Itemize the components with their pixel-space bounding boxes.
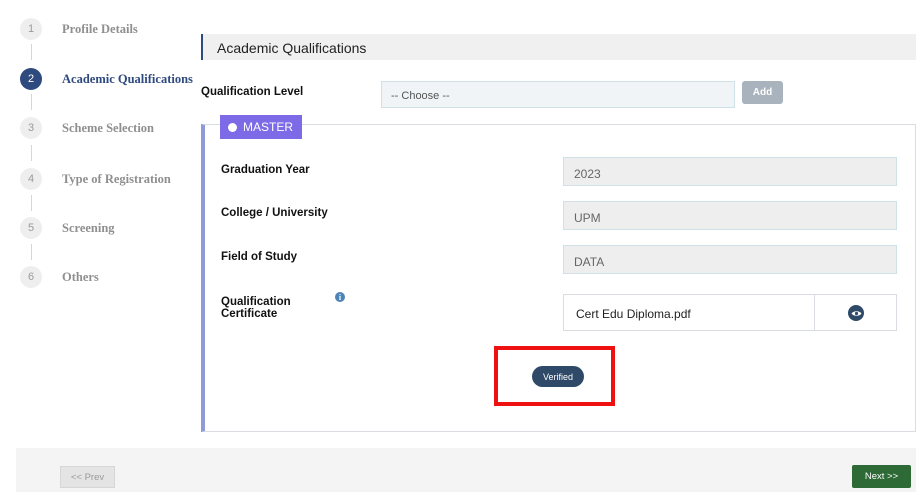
step-label: Others (62, 269, 99, 284)
graduation-year-field: 2023 (563, 157, 897, 186)
certificate-label-line1: Qualification (221, 296, 291, 308)
verified-button[interactable]: Verified (532, 366, 584, 387)
dot-icon (228, 122, 237, 132)
graduation-year-label: Graduation Year (221, 164, 310, 176)
step-screening[interactable]: 5 Screening (20, 213, 115, 243)
field-of-study-field: DATA (563, 245, 897, 274)
prev-button[interactable]: << Prev (60, 466, 115, 488)
add-qualification-button[interactable]: Add (742, 81, 783, 104)
qualification-level-label: Qualification Level (201, 86, 304, 98)
view-certificate-button[interactable] (848, 305, 864, 321)
step-others[interactable]: 6 Others (20, 262, 99, 292)
master-tab[interactable]: MASTER (220, 115, 302, 139)
step-number: 2 (20, 68, 42, 90)
qualification-level-select[interactable]: -- Choose -- (381, 81, 735, 108)
step-connector (31, 44, 32, 60)
certificate-file-name: Cert Edu Diploma.pdf (576, 307, 691, 321)
step-academic-qualifications[interactable]: 2 Academic Qualifications (20, 64, 193, 94)
step-label: Academic Qualifications (62, 71, 193, 86)
certificate-file-box: Cert Edu Diploma.pdf (563, 294, 897, 331)
step-type-of-registration[interactable]: 4 Type of Registration (20, 164, 171, 194)
step-connector (31, 195, 32, 211)
field-of-study-label: Field of Study (221, 251, 298, 263)
step-connector (31, 94, 32, 110)
step-number: 6 (20, 266, 42, 288)
step-number: 3 (20, 117, 42, 139)
step-number: 5 (20, 217, 42, 239)
step-profile-details[interactable]: 1 Profile Details (20, 14, 138, 44)
divider (814, 295, 815, 330)
step-number: 4 (20, 168, 42, 190)
step-label: Type of Registration (62, 171, 171, 186)
step-scheme-selection[interactable]: 3 Scheme Selection (20, 113, 154, 143)
step-label: Profile Details (62, 21, 138, 36)
step-label: Screening (62, 220, 115, 235)
info-icon[interactable]: i (335, 292, 345, 302)
qualification-certificate-label: Qualification Certificate (221, 296, 291, 320)
section-header: Academic Qualifications (201, 34, 916, 60)
step-connector (31, 145, 32, 161)
eye-icon (851, 310, 861, 316)
section-title: Academic Qualifications (217, 40, 367, 56)
step-connector (31, 244, 32, 260)
step-label: Scheme Selection (62, 120, 154, 135)
certificate-label-line2: Certificate (221, 308, 278, 320)
step-number: 1 (20, 18, 42, 40)
next-button[interactable]: Next >> (852, 465, 911, 488)
master-tab-label: MASTER (243, 120, 294, 134)
college-university-label: College / University (221, 207, 328, 219)
college-university-field: UPM (563, 201, 897, 230)
